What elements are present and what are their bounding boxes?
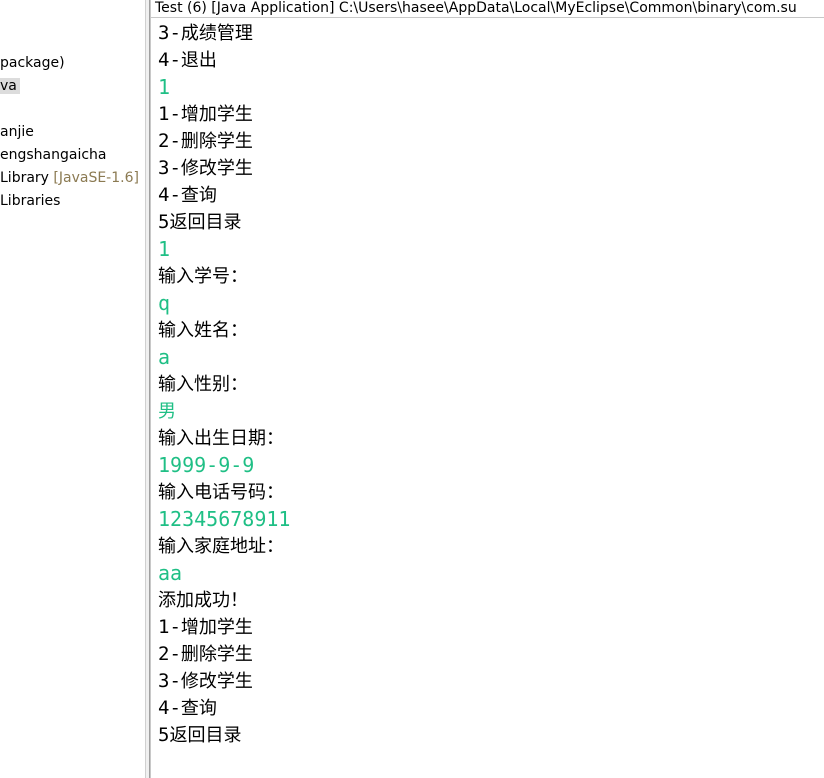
console-line-text: 增加学生	[180, 104, 253, 125]
console-input-line: 1	[158, 75, 171, 99]
console-line-text: 输入姓名：	[158, 320, 248, 341]
console-process-title: Test (6) [Java Application] C:\Users\has…	[151, 0, 824, 18]
console-line-text: 输入性别：	[158, 374, 248, 395]
tree-item-label: engshangaicha	[0, 147, 107, 163]
console-output-line: 4-查询	[158, 182, 818, 209]
console-output-line: 输入学号：	[158, 263, 818, 290]
console-output-line: 输入出生日期：	[158, 425, 818, 452]
console-line-text: 查询	[180, 698, 217, 719]
console-output-line: 4-退出	[158, 47, 818, 74]
menu-option-number: 2-	[158, 130, 181, 152]
tree-item-label: va	[0, 78, 20, 94]
console-output-line: 1-增加学生	[158, 101, 818, 128]
menu-option-number: 3-	[158, 670, 181, 692]
menu-option-number: 4-	[158, 49, 181, 71]
console-input-line: a	[158, 345, 171, 369]
console-line-text: 修改学生	[180, 671, 253, 692]
console-line-text: 返回目录	[169, 725, 242, 746]
console-output-line: 5返回目录	[158, 722, 818, 749]
menu-option-number: 5	[158, 211, 170, 233]
console-output-line: 3-修改学生	[158, 155, 818, 182]
console-line-text: 退出	[180, 50, 217, 71]
console-output-line: 输入性别：	[158, 371, 818, 398]
console-line-text: 增加学生	[180, 617, 253, 638]
console-input-line: 男	[158, 401, 176, 422]
console-line-text: 删除学生	[180, 644, 253, 665]
console-output-line: 1-增加学生	[158, 614, 818, 641]
tree-item-anjie[interactable]: anjie	[0, 122, 34, 142]
console-output-line: 输入家庭地址：	[158, 533, 818, 560]
console-input-line: 1999-9-9	[158, 453, 255, 477]
console-output-line: 4-查询	[158, 695, 818, 722]
console-output-line: 输入电话号码：	[158, 479, 818, 506]
tree-item-label: Libraries	[0, 193, 61, 209]
menu-option-number: 3-	[158, 22, 181, 44]
console-line-text: 输入电话号码：	[158, 482, 284, 503]
console-output-line: 5返回目录	[158, 209, 818, 236]
tree-item-java-file[interactable]: va	[0, 76, 20, 96]
console-line-text: 修改学生	[180, 158, 253, 179]
tree-item-decoration: [JavaSE-1.6]	[53, 170, 139, 186]
package-explorer: package) va anjie engshangaicha Library …	[0, 0, 145, 778]
console-line-text: 返回目录	[169, 212, 242, 233]
console-line-text: 输入出生日期：	[158, 428, 284, 449]
menu-option-number: 1-	[158, 616, 181, 638]
console-line-text: 查询	[180, 185, 217, 206]
console-output-line: 3-修改学生	[158, 668, 818, 695]
console-output-line: 2-删除学生	[158, 641, 818, 668]
tree-item-package[interactable]: package)	[0, 53, 65, 73]
tree-item-referenced-libraries[interactable]: Libraries	[0, 191, 60, 211]
menu-option-number: 3-	[158, 157, 181, 179]
console-view[interactable]: Test (6) [Java Application] C:\Users\has…	[150, 0, 824, 778]
console-line-text: 删除学生	[180, 131, 253, 152]
tree-item-label: Library	[0, 170, 49, 186]
tree-item-jre-library[interactable]: Library [JavaSE-1.6]	[0, 168, 139, 188]
tree-item-label: anjie	[0, 124, 34, 140]
console-input-line: 12345678911	[158, 507, 291, 531]
tree-item-engshangaicha[interactable]: engshangaicha	[0, 145, 107, 165]
console-line-text: 添加成功！	[158, 590, 248, 611]
console-input-line: aa	[158, 561, 183, 585]
console-output[interactable]: 3-成绩管理 4-退出 1 1-增加学生 2-删除学生 3-修改学生 4-查询 5返回目录 1 输…	[158, 20, 818, 749]
ide-window: package) va anjie engshangaicha Library …	[0, 0, 824, 778]
console-output-line: 添加成功！	[158, 587, 818, 614]
console-input-line: q	[158, 291, 171, 315]
console-output-line: 2-删除学生	[158, 128, 818, 155]
console-input-line: 1	[158, 237, 171, 261]
menu-option-number: 4-	[158, 184, 181, 206]
console-line-text: 输入学号：	[158, 266, 248, 287]
console-line-text: 输入家庭地址：	[158, 536, 284, 557]
menu-option-number: 2-	[158, 643, 181, 665]
tree-item-label: package)	[0, 55, 65, 71]
console-line-text: 成绩管理	[180, 23, 253, 44]
menu-option-number: 1-	[158, 103, 181, 125]
console-output-line: 3-成绩管理	[158, 20, 818, 47]
menu-option-number: 5	[158, 724, 170, 746]
console-output-line: 输入姓名：	[158, 317, 818, 344]
menu-option-number: 4-	[158, 697, 181, 719]
